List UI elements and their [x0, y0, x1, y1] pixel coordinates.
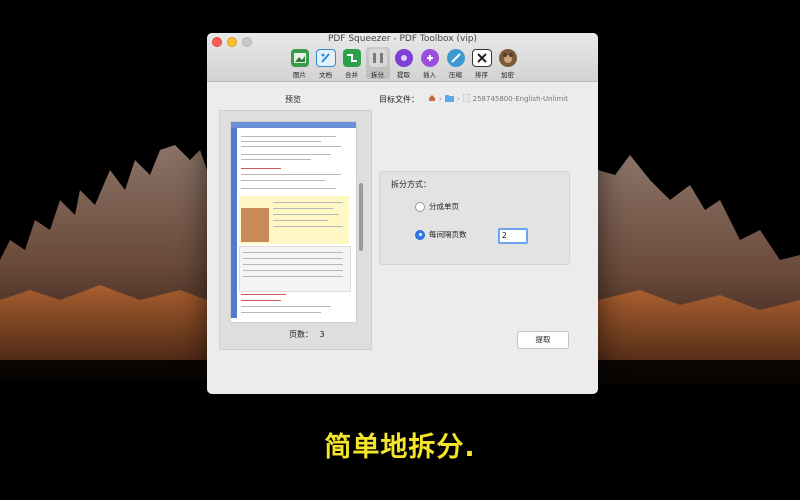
page-count-label: 页数：: [289, 330, 313, 339]
chevron-right-icon: ›: [439, 95, 442, 103]
toolbar-label: 图片: [293, 71, 306, 79]
preview-title: 预览: [285, 95, 301, 104]
home-icon: [428, 94, 436, 104]
page-thumbnail: [230, 121, 357, 323]
path-file-name: 258745800-English-Unlimit: [472, 95, 568, 103]
toolbar-sort-button[interactable]: 排序: [470, 47, 494, 79]
compress-icon: [446, 49, 465, 67]
preview-scrollbar[interactable]: [359, 183, 363, 251]
radio-button[interactable]: [415, 229, 425, 240]
toolbar: 图片 文档 合并 拆分 提取 插入 压缩 排序 加密: [207, 47, 598, 79]
page-count-value: 3: [319, 330, 325, 339]
radio-button[interactable]: [415, 201, 425, 212]
radio-every-n-pages[interactable]: 每间隔页数: [415, 229, 467, 240]
insert-icon: [420, 49, 439, 67]
split-mode-title: 拆分方式：: [391, 180, 431, 189]
toolbar-document-button[interactable]: 文档: [314, 47, 338, 79]
window-title: PDF Squeezer - PDF Toolbox (vip): [327, 34, 478, 44]
toolbar-label: 提取: [397, 71, 410, 79]
document-icon: [315, 49, 336, 67]
radio-label: 每间隔页数: [429, 230, 467, 239]
sort-icon: [471, 49, 492, 67]
toolbar-label: 合并: [345, 71, 358, 79]
toolbar-image-button[interactable]: 图片: [288, 47, 312, 79]
folder-icon: [444, 94, 454, 104]
toolbar-split-button[interactable]: 拆分: [365, 47, 390, 79]
toolbar-label: 压缩: [449, 71, 462, 79]
preview-pane[interactable]: [219, 110, 372, 350]
toolbar-extract-button[interactable]: 提取: [392, 47, 416, 79]
toolbar-merge-button[interactable]: 合并: [340, 47, 364, 79]
extract-icon: [394, 49, 413, 67]
page-count: 页数： 3: [289, 329, 325, 340]
chevron-right-icon: ›: [456, 95, 460, 103]
split-icon: [368, 49, 387, 67]
file-icon: [462, 93, 470, 104]
toolbar-label: 加密: [501, 71, 514, 79]
image-icon: [290, 49, 309, 67]
extract-button[interactable]: 提取: [517, 331, 569, 349]
toolbar-compress-button[interactable]: 压缩: [444, 47, 468, 79]
toolbar-label: 排序: [475, 71, 488, 79]
radio-single-pages[interactable]: 分成单页: [415, 201, 459, 212]
merge-icon: [342, 49, 361, 67]
radio-label: 分成单页: [429, 202, 459, 211]
page-interval-input[interactable]: 2: [498, 228, 528, 244]
split-options-box: 拆分方式： 分成单页 每间隔页数 2: [379, 171, 570, 265]
encrypt-icon: [498, 49, 517, 67]
titlebar: PDF Squeezer - PDF Toolbox (vip) 图片 文档 合…: [207, 33, 598, 82]
target-file-label: 目标文件：: [379, 95, 419, 104]
toolbar-insert-button[interactable]: 插入: [418, 47, 442, 79]
path-control[interactable]: › › 258745800-English-Unlimit: [428, 92, 598, 106]
toolbar-encrypt-button[interactable]: 加密: [496, 47, 520, 79]
promo-caption: 简单地拆分.: [324, 432, 476, 463]
toolbar-label: 拆分: [371, 71, 384, 79]
toolbar-label: 插入: [423, 71, 436, 79]
toolbar-label: 文档: [319, 71, 332, 79]
app-window: PDF Squeezer - PDF Toolbox (vip) 图片 文档 合…: [207, 33, 598, 394]
